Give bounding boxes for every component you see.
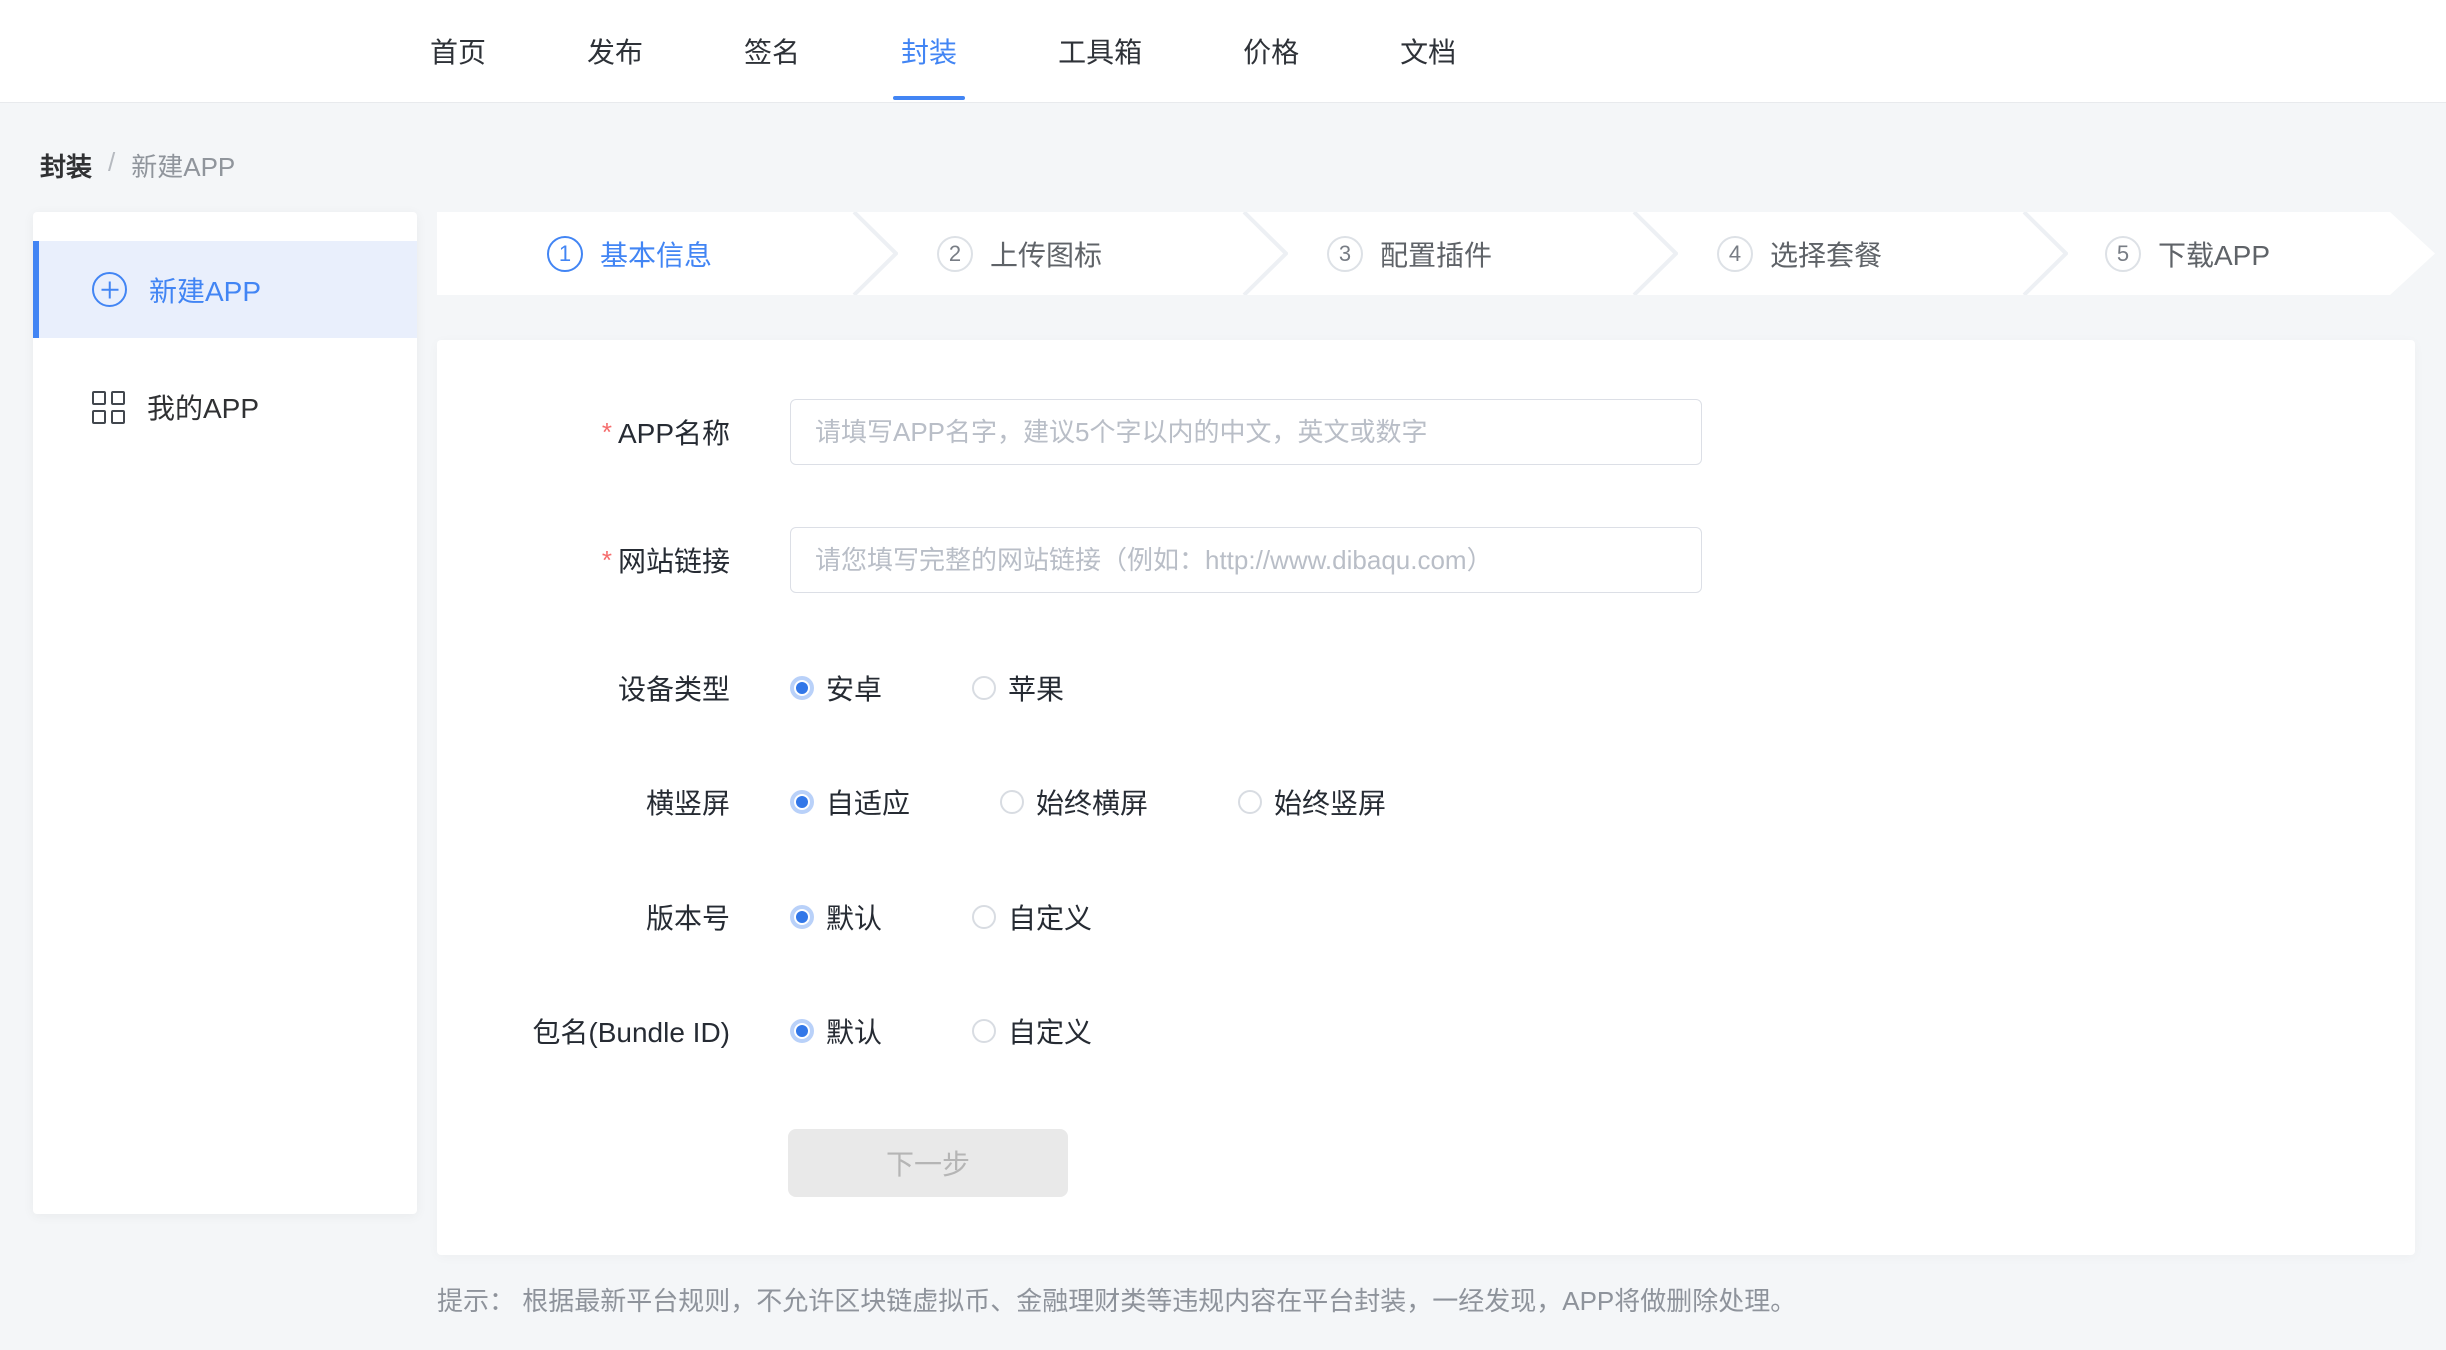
sidebar-item-my-apps[interactable]: 我的APP	[33, 379, 417, 435]
bundle-id-label: 包名(Bundle ID)	[437, 1011, 730, 1051]
step-label: 配置插件	[1380, 234, 1492, 274]
step-basic-info: 1 基本信息	[547, 212, 712, 295]
radio-option-version-custom[interactable]: 自定义	[972, 897, 1092, 937]
step-choose-plan: 4 选择套餐	[1717, 212, 1882, 295]
step-number-badge: 2	[937, 236, 973, 272]
app-name-label: *APP名称	[437, 412, 730, 452]
steps-bar: 1 基本信息 2 上传图标 3 配置插件 4 选择套餐 5 下载APP	[437, 212, 2435, 295]
radio-checked-icon	[790, 1019, 814, 1043]
sidebar-item-new-app[interactable]: 新建APP	[33, 241, 417, 338]
step-label: 上传图标	[990, 234, 1102, 274]
radio-option-bundle-custom[interactable]: 自定义	[972, 1011, 1092, 1051]
step-number-badge: 3	[1327, 236, 1363, 272]
radio-option-android[interactable]: 安卓	[790, 668, 882, 708]
sidebar-item-label: 新建APP	[149, 270, 261, 310]
step-upload-icon: 2 上传图标	[937, 212, 1102, 295]
step-separator-chevron-icon	[1242, 212, 1288, 295]
next-step-button[interactable]: 下一步	[788, 1129, 1068, 1197]
radio-unchecked-icon	[1000, 790, 1024, 814]
breadcrumb-root[interactable]: 封装	[40, 147, 92, 184]
step-configure-plugins: 3 配置插件	[1327, 212, 1492, 295]
radio-unchecked-icon	[1238, 790, 1262, 814]
radio-option-bundle-default[interactable]: 默认	[790, 1011, 882, 1051]
radio-option-landscape[interactable]: 始终横屏	[1000, 782, 1148, 822]
platform-rules-hint: 提示： 根据最新平台规则，不允许区块链虚拟币、金融理财类等违规内容在平台封装，一…	[437, 1281, 1796, 1318]
site-url-label: *网站链接	[437, 540, 730, 580]
step-download-app: 5 下载APP	[2105, 212, 2270, 295]
form-row-version: 版本号 默认 自定义	[437, 900, 2415, 934]
device-type-radio-group: 安卓 苹果	[790, 668, 1154, 708]
form-row-app-name: *APP名称	[437, 399, 2415, 465]
step-label: 选择套餐	[1770, 234, 1882, 274]
radio-option-adaptive[interactable]: 自适应	[790, 782, 910, 822]
nav-tab-home[interactable]: 首页	[430, 0, 486, 102]
radio-option-portrait[interactable]: 始终竖屏	[1238, 782, 1386, 822]
step-number-badge: 1	[547, 236, 583, 272]
required-star: *	[602, 417, 612, 447]
grid-icon	[92, 391, 125, 424]
nav-tab-publish[interactable]: 发布	[587, 0, 643, 102]
top-header: 首页 发布 签名 封装 工具箱 价格 文档	[0, 0, 2446, 103]
nav-tab-sign[interactable]: 签名	[744, 0, 800, 102]
orientation-label: 横竖屏	[437, 782, 730, 822]
device-type-label: 设备类型	[437, 668, 730, 708]
breadcrumb-separator: /	[108, 147, 115, 184]
required-star: *	[602, 545, 612, 575]
nav-tab-docs[interactable]: 文档	[1400, 0, 1456, 102]
version-label: 版本号	[437, 897, 730, 937]
sidebar: 新建APP 我的APP	[33, 212, 417, 1214]
breadcrumb: 封装 / 新建APP	[40, 147, 235, 184]
form-row-device-type: 设备类型 安卓 苹果	[437, 671, 2415, 705]
step-separator-chevron-icon	[1632, 212, 1678, 295]
version-radio-group: 默认 自定义	[790, 897, 1182, 937]
main-nav: 首页 发布 签名 封装 工具箱 价格 文档	[0, 0, 2446, 102]
radio-unchecked-icon	[972, 905, 996, 929]
step-label: 基本信息	[600, 234, 712, 274]
form-row-bundle-id: 包名(Bundle ID) 默认 自定义	[437, 1014, 2415, 1048]
radio-checked-icon	[790, 905, 814, 929]
radio-checked-icon	[790, 790, 814, 814]
nav-tab-toolbox[interactable]: 工具箱	[1058, 0, 1142, 102]
form-row-site-url: *网站链接	[437, 527, 2415, 593]
nav-tab-package[interactable]: 封装	[901, 0, 957, 102]
app-name-input[interactable]	[790, 399, 1702, 465]
radio-checked-icon	[790, 676, 814, 700]
radio-unchecked-icon	[972, 676, 996, 700]
orientation-radio-group: 自适应 始终横屏 始终竖屏	[790, 782, 1476, 822]
radio-option-ios[interactable]: 苹果	[972, 668, 1064, 708]
plus-circle-icon	[92, 272, 127, 307]
step-number-badge: 5	[2105, 236, 2141, 272]
breadcrumb-page: 新建APP	[131, 147, 235, 184]
step-separator-chevron-icon	[852, 212, 898, 295]
form-row-orientation: 横竖屏 自适应 始终横屏 始终竖屏	[437, 785, 2415, 819]
radio-unchecked-icon	[972, 1019, 996, 1043]
step-separator-chevron-icon	[2022, 212, 2068, 295]
radio-option-version-default[interactable]: 默认	[790, 897, 882, 937]
sidebar-item-label: 我的APP	[147, 387, 259, 427]
bundle-id-radio-group: 默认 自定义	[790, 1011, 1182, 1051]
step-number-badge: 4	[1717, 236, 1753, 272]
site-url-input[interactable]	[790, 527, 1702, 593]
step-label: 下载APP	[2158, 234, 2270, 274]
basic-info-form: *APP名称 *网站链接 设备类型 安卓 苹果 横竖屏	[437, 340, 2415, 1255]
nav-tab-pricing[interactable]: 价格	[1243, 0, 1299, 102]
